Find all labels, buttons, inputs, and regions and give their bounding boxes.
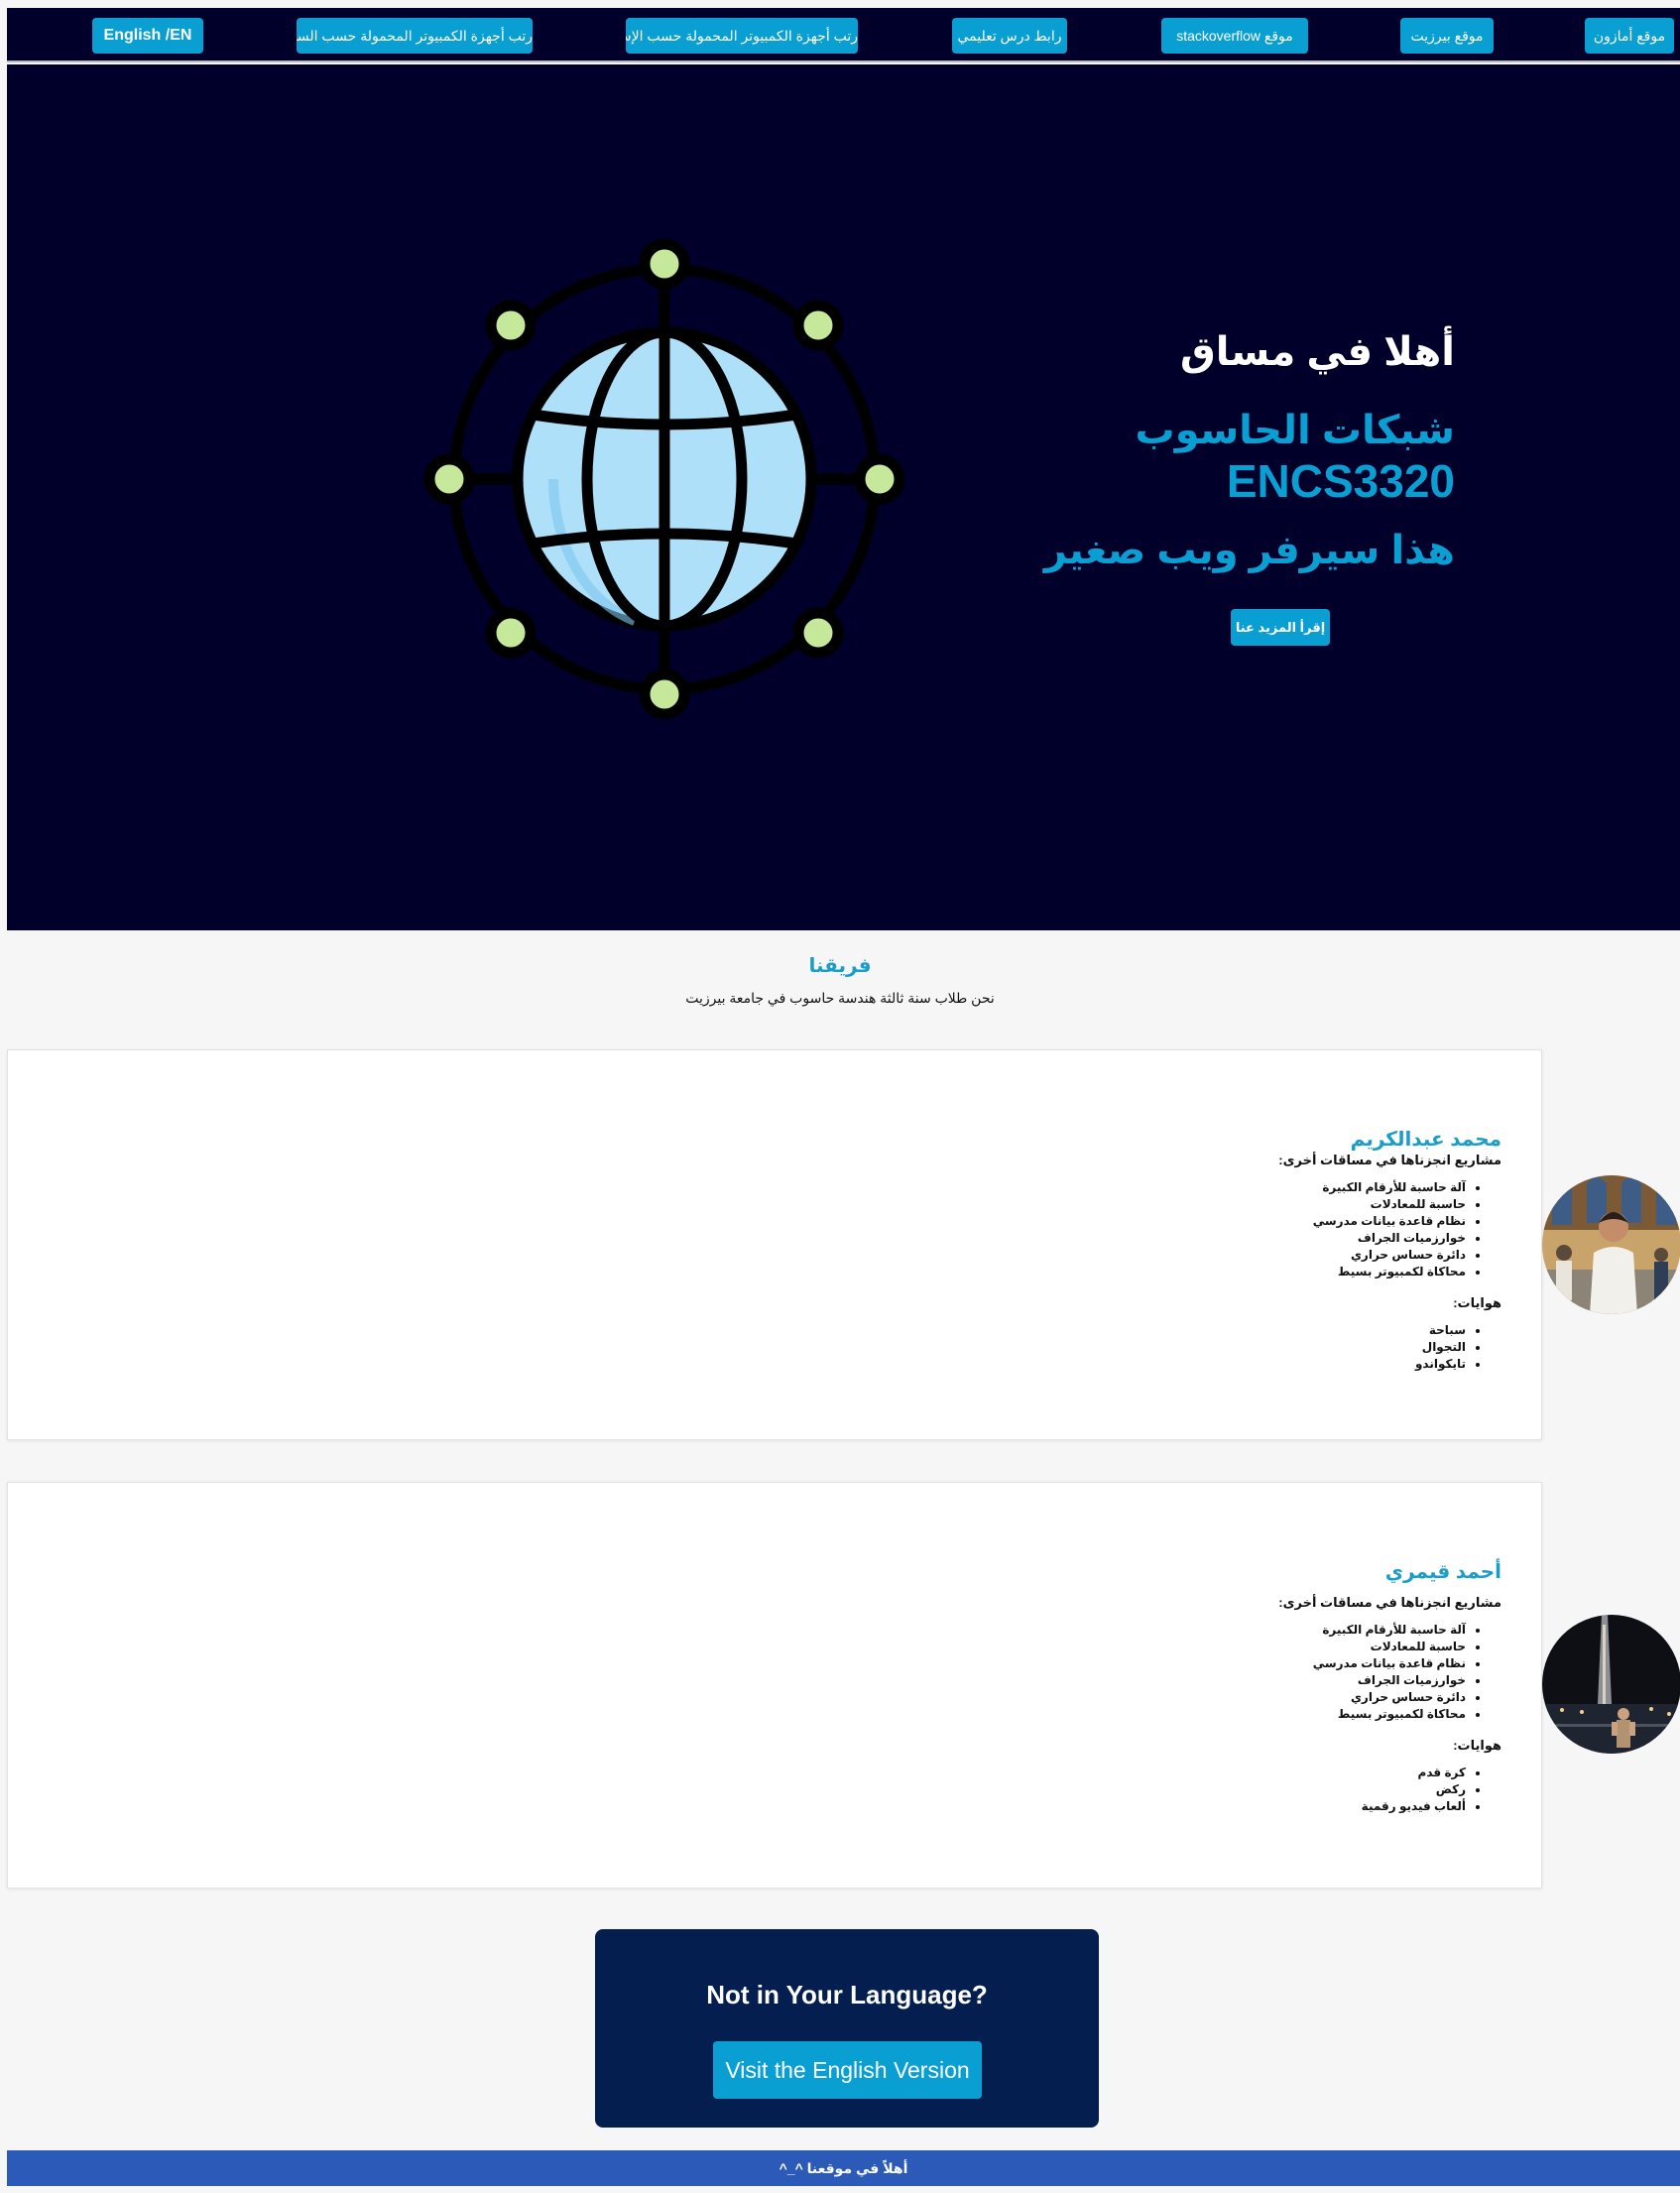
nav-link-birzeit[interactable]: موقع بيرزيت (1400, 18, 1494, 54)
language-cta-box: Not in Your Language? Visit the English … (595, 1929, 1099, 2128)
nav-link-tutorial[interactable]: رابط درس تعليمي (952, 18, 1067, 54)
cta-title: Not in Your Language? (706, 1980, 988, 2010)
hero-welcome-heading: أهلا في مساق (1180, 330, 1455, 374)
list-item: تايكواندو (1006, 1356, 1466, 1373)
list-item: محاكاة لكمبيوتر بسيط (1006, 1706, 1466, 1723)
list-item: كرة قدم (1006, 1765, 1466, 1781)
list-item: محاكاة لكمبيوتر بسيط (1006, 1264, 1466, 1280)
team-subtitle: نحن طلاب سنة ثالثة هندسة حاسوب في جامعة … (685, 990, 995, 1006)
list-item: سباحة (1006, 1322, 1466, 1339)
list-item: التجوال (1006, 1339, 1466, 1356)
hobbies-list: سباحة التجوال تايكواندو (1006, 1322, 1501, 1373)
hero-course-code: ENCS3320 (1226, 455, 1455, 507)
list-item: نظام قاعدة بيانات مدرسي (1006, 1213, 1466, 1230)
nav-link-amazon[interactable]: موقع أمازون (1585, 18, 1674, 54)
team-title: فريقنا (808, 955, 872, 977)
list-item: آلة حاسبة للأرقام الكبيرة (1006, 1179, 1466, 1196)
list-item: دائرة حساس حراري (1006, 1689, 1466, 1706)
hero-course-name: شبكات الحاسوب (1135, 409, 1455, 452)
list-item: آلة حاسبة للأرقام الكبيرة (1006, 1622, 1466, 1639)
member-avatar (1542, 1615, 1680, 1754)
list-item: خوارزميات الجراف (1006, 1672, 1466, 1689)
member-name: محمد عبدالكريم (1350, 1129, 1501, 1151)
projects-list: آلة حاسبة للأرقام الكبيرة حاسبة للمعادلا… (1006, 1179, 1501, 1280)
hobbies-label: هوايات: (1453, 1738, 1501, 1753)
hobbies-label: هوايات: (1453, 1295, 1501, 1310)
list-item: نظام قاعدة بيانات مدرسي (1006, 1655, 1466, 1672)
footer-bar: أهلاً في موقعنا ^_^ (7, 2150, 1680, 2186)
nav-sort-by-name[interactable]: رتب أجهزة الكمبيوتر المحمولة حسب الإسم (626, 18, 858, 54)
member-card: محمد عبدالكريم مشاريع انجزناها في مساقات… (7, 1049, 1542, 1440)
member-card: أحمد قيمري مشاريع انجزناها في مساقات أخر… (7, 1482, 1542, 1888)
read-more-button[interactable]: إقرأ المزيد عنا (1231, 609, 1330, 646)
member-info: أحمد قيمري مشاريع انجزناها في مساقات أخر… (1006, 1560, 1501, 1829)
nav-english-switch[interactable]: English /EN (92, 18, 203, 54)
list-item: حاسبة للمعادلات (1006, 1639, 1466, 1655)
projects-label: مشاريع انجزناها في مساقات أخرى: (1278, 1153, 1501, 1167)
hobbies-list: كرة قدم ركض ألعاب فيديو رقمية (1006, 1765, 1501, 1815)
hero-text-block: أهلا في مساق شبكات الحاسوب ENCS3320 هذا … (860, 327, 1455, 575)
projects-list: آلة حاسبة للأرقام الكبيرة حاسبة للمعادلا… (1006, 1622, 1501, 1723)
nav-sort-by-price[interactable]: رتب أجهزة الكمبيوتر المحمولة حسب السعر (297, 18, 533, 54)
member-name: أحمد قيمري (1384, 1561, 1501, 1583)
list-item: ركض (1006, 1781, 1466, 1798)
globe-network-icon (423, 238, 905, 720)
member-avatar (1542, 1175, 1680, 1314)
hero-tagline: هذا سيرفر ويب صغير (1043, 529, 1455, 572)
projects-label: مشاريع انجزناها في مساقات أخرى: (1278, 1595, 1501, 1610)
list-item: حاسبة للمعادلات (1006, 1196, 1466, 1213)
list-item: دائرة حساس حراري (1006, 1247, 1466, 1264)
nav-link-stackoverflow[interactable]: موقع stackoverflow (1161, 18, 1308, 54)
list-item: ألعاب فيديو رقمية (1006, 1798, 1466, 1815)
top-nav-bar: موقع أمازون موقع بيرزيت موقع stackoverfl… (7, 8, 1680, 62)
english-version-button[interactable]: Visit the English Version (713, 2041, 982, 2099)
list-item: خوارزميات الجراف (1006, 1230, 1466, 1247)
hero-section: أهلا في مساق شبكات الحاسوب ENCS3320 هذا … (7, 64, 1680, 930)
member-info: محمد عبدالكريم مشاريع انجزناها في مساقات… (1006, 1128, 1501, 1387)
